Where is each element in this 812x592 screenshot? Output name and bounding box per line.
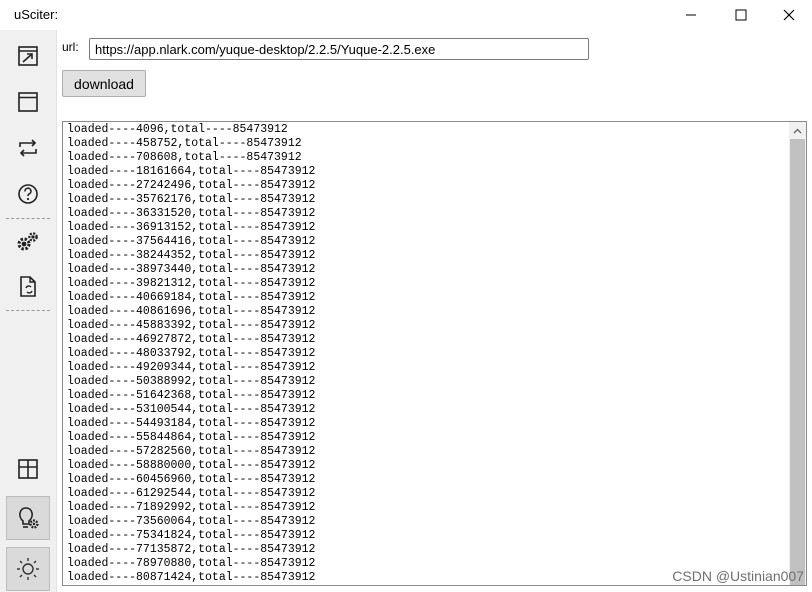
- sidebar-divider: [6, 310, 50, 311]
- log-line: loaded----53100544,total----85473912: [67, 403, 316, 416]
- close-icon: [783, 9, 795, 21]
- log-line: loaded----36913152,total----85473912: [67, 221, 316, 234]
- maximize-icon: [735, 9, 747, 21]
- minimize-icon: [686, 14, 696, 16]
- close-button[interactable]: [766, 0, 812, 30]
- title-bar: uSciter:: [0, 0, 812, 30]
- window-title: uSciter:: [14, 7, 59, 22]
- refresh-icon: [19, 139, 37, 157]
- browser-window-icon: [18, 92, 38, 112]
- sidebar-item-help[interactable]: [6, 174, 50, 214]
- log-line: loaded----40669184,total----85473912: [67, 291, 316, 304]
- sidebar-item-grid-layout[interactable]: [6, 449, 50, 489]
- sidebar-item-refresh[interactable]: [6, 128, 50, 168]
- log-line: loaded----78970880,total----85473912: [67, 557, 316, 570]
- log-line: loaded----49209344,total----85473912: [67, 361, 316, 374]
- log-line: loaded----60456960,total----85473912: [67, 473, 316, 486]
- sidebar-item-document-refresh[interactable]: [6, 267, 50, 307]
- log-line: loaded----708608,total----85473912: [67, 151, 302, 164]
- sidebar: [0, 30, 57, 592]
- log-line: loaded----35762176,total----85473912: [67, 193, 316, 206]
- minimize-button[interactable]: [668, 0, 714, 30]
- log-line: loaded----73560064,total----85473912: [67, 515, 316, 528]
- chevron-up-icon: [793, 128, 802, 133]
- log-line: loaded----46927872,total----85473912: [67, 333, 316, 346]
- vertical-scrollbar[interactable]: [789, 122, 806, 585]
- log-line: loaded----27242496,total----85473912: [67, 179, 316, 192]
- log-output[interactable]: loaded----4096,total----85473912 loaded--…: [62, 121, 807, 586]
- sidebar-item-lightbulb-settings[interactable]: [6, 496, 50, 540]
- download-button[interactable]: download: [62, 70, 146, 97]
- log-line: loaded----48033792,total----85473912: [67, 347, 316, 360]
- log-line: loaded----45883392,total----85473912: [67, 319, 316, 332]
- log-line: loaded----39821312,total----85473912: [67, 277, 316, 290]
- log-line: loaded----75341824,total----85473912: [67, 529, 316, 542]
- log-line: loaded----58880000,total----85473912: [67, 459, 316, 472]
- lightbulb-settings-icon: [19, 507, 39, 529]
- url-label: url:: [62, 40, 79, 54]
- log-lines: loaded----4096,total----85473912 loaded--…: [67, 123, 315, 585]
- grid-layout-icon: [18, 459, 38, 479]
- log-line: loaded----71892992,total----85473912: [67, 501, 316, 514]
- sun-icon: [17, 558, 39, 580]
- url-input[interactable]: [89, 38, 589, 60]
- log-line: loaded----40861696,total----85473912: [67, 305, 316, 318]
- log-line: loaded----51642368,total----85473912: [67, 389, 316, 402]
- log-line: loaded----37564416,total----85473912: [67, 235, 316, 248]
- scroll-up-button[interactable]: [789, 122, 806, 139]
- sidebar-item-browser-window[interactable]: [6, 82, 50, 122]
- maximize-button[interactable]: [718, 0, 764, 30]
- log-line: loaded----57282560,total----85473912: [67, 445, 316, 458]
- log-line: loaded----36331520,total----85473912: [67, 207, 316, 220]
- document-refresh-icon: [20, 276, 36, 297]
- sidebar-divider: [6, 218, 50, 219]
- log-line: loaded----38973440,total----85473912: [67, 263, 316, 276]
- sidebar-item-settings[interactable]: [6, 221, 50, 261]
- log-line: loaded----458752,total----85473912: [67, 137, 302, 150]
- scrollbar-thumb[interactable]: [790, 139, 805, 585]
- external-window-icon: [18, 46, 38, 66]
- log-line: loaded----50388992,total----85473912: [67, 375, 316, 388]
- help-icon: [18, 184, 38, 204]
- log-line: loaded----38244352,total----85473912: [67, 249, 316, 262]
- log-line: loaded----54493184,total----85473912: [67, 417, 316, 430]
- log-line: loaded----18161664,total----85473912: [67, 165, 316, 178]
- log-line: loaded----80871424,total----85473912: [67, 571, 316, 584]
- settings-gears-icon: [17, 232, 38, 251]
- log-line: loaded----77135872,total----85473912: [67, 543, 316, 556]
- log-line: loaded----55844864,total----85473912: [67, 431, 316, 444]
- log-line: loaded----4096,total----85473912: [67, 123, 288, 136]
- sidebar-item-theme[interactable]: [6, 547, 50, 591]
- sidebar-item-external-window[interactable]: [6, 36, 50, 76]
- watermark: CSDN @Ustinian007: [672, 568, 804, 584]
- log-line: loaded----61292544,total----85473912: [67, 487, 316, 500]
